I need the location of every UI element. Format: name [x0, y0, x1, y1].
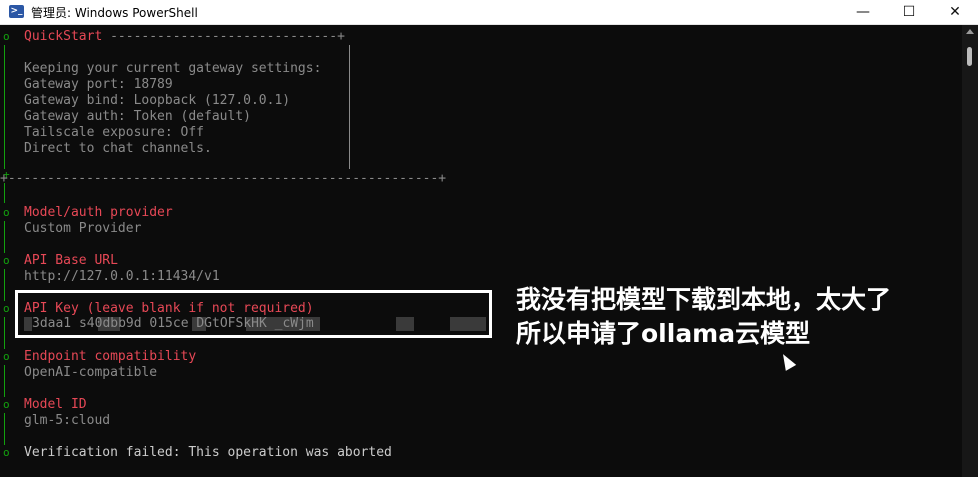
title-bar: >_ 管理员: Windows PowerShell — ☐ ✕	[0, 0, 978, 25]
box-line: Gateway bind: Loopback (127.0.0.1)	[24, 93, 291, 108]
window-title: 管理员: Windows PowerShell	[31, 6, 198, 20]
section-label: Endpoint compatibility	[24, 349, 197, 364]
gutter-pipe	[4, 365, 5, 397]
section-value: OpenAI-compatible	[24, 365, 158, 380]
section-value: Custom Provider	[24, 221, 142, 236]
gutter-marker: o	[3, 30, 10, 43]
section-value: http://127.0.0.1:11434/v1	[24, 269, 220, 284]
scrollbar-thumb[interactable]	[967, 47, 972, 66]
scroll-up-icon[interactable]	[966, 29, 974, 34]
box-line: Direct to chat channels.	[24, 141, 212, 156]
gutter-marker: o	[3, 446, 10, 459]
terminal-output[interactable]: o + o o o o o o QuickStart -------------…	[0, 25, 962, 477]
gutter-marker: o	[3, 254, 10, 267]
box-right-border	[349, 45, 350, 169]
box-line: Tailscale exposure: Off	[24, 125, 205, 140]
minimize-button[interactable]: —	[840, 0, 886, 24]
gutter-marker: o	[3, 302, 10, 315]
box-line: Gateway auth: Token (default)	[24, 109, 251, 124]
section-label: Model ID	[24, 397, 87, 412]
quickstart-title: QuickStart	[24, 29, 111, 44]
section-label: API Base URL	[24, 253, 118, 268]
api-key-highlight-box	[15, 290, 492, 338]
box-line: Gateway port: 18789	[24, 77, 173, 92]
gutter-pipe	[4, 413, 5, 445]
gutter-marker: o	[3, 350, 10, 363]
gutter-pipe	[4, 221, 5, 253]
section-value: glm-5:cloud	[24, 413, 111, 428]
annotation-line-2: 所以申请了ollama云模型	[516, 319, 811, 348]
section-label: Model/auth provider	[24, 205, 173, 220]
verification-status: Verification failed: This operation was …	[24, 445, 392, 460]
annotation-line-1: 我没有把模型下载到本地，太大了	[516, 285, 892, 314]
close-button[interactable]: ✕	[932, 0, 978, 24]
gutter-marker: o	[3, 398, 10, 411]
gutter-pipe	[4, 45, 5, 169]
gutter-marker: o	[3, 206, 10, 219]
box-bottom-rule: +---------------------------------------…	[0, 171, 447, 186]
maximize-button[interactable]: ☐	[886, 0, 932, 24]
quickstart-rule: -----------------------------+	[110, 29, 345, 44]
powershell-icon: >_	[9, 5, 24, 18]
gutter-pipe	[4, 269, 5, 301]
quickstart-header: QuickStart -----------------------------…	[24, 29, 345, 45]
box-line: Keeping your current gateway settings:	[24, 61, 322, 76]
gutter-pipe	[4, 317, 5, 349]
vertical-scrollbar[interactable]	[962, 25, 978, 477]
